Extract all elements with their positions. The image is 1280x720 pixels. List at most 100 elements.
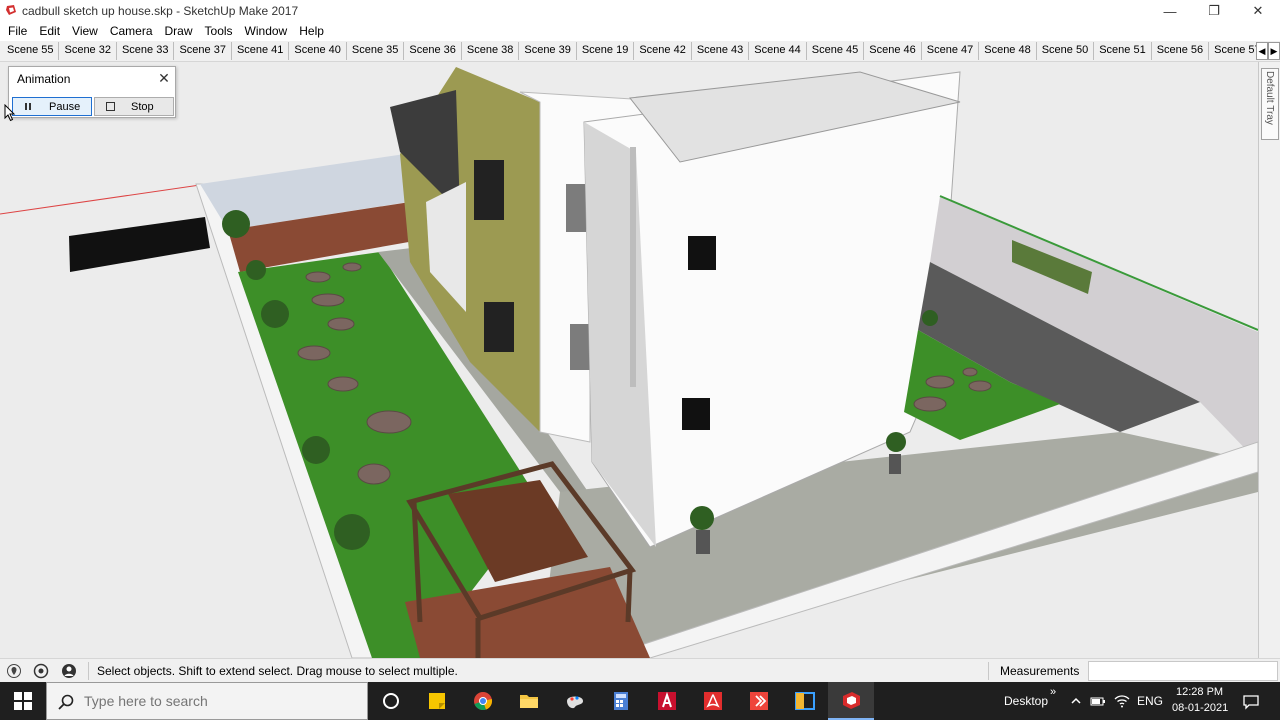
- taskbar-paint-3d[interactable]: [552, 682, 598, 720]
- stop-button[interactable]: Stop: [94, 97, 174, 116]
- desktop-toolbar-label[interactable]: Desktop: [1004, 694, 1048, 708]
- menu-view[interactable]: View: [66, 22, 104, 41]
- scene-tab-bar: Scene 55 Scene 32 Scene 33 Scene 37 Scene 41…: [0, 41, 1280, 62]
- menu-bar: File Edit View Camera Draw Tools Window …: [0, 22, 1280, 41]
- default-tray-label: Default Tray: [1264, 71, 1275, 125]
- menu-file[interactable]: File: [2, 22, 33, 41]
- mouse-pointer-icon: [4, 104, 16, 122]
- task-view-icon: [383, 693, 399, 709]
- measurements-label: Measurements: [1000, 664, 1080, 678]
- taskbar-chrome[interactable]: [460, 682, 506, 720]
- house-3d-model: [0, 62, 1258, 658]
- geo-location-icon[interactable]: [6, 663, 22, 679]
- clock-time[interactable]: 12:28 PM: [1176, 686, 1223, 698]
- start-button[interactable]: [0, 682, 46, 720]
- default-tray-tab[interactable]: Default Tray: [1261, 68, 1279, 140]
- scene-tab[interactable]: Scene 47: [921, 42, 980, 60]
- show-hidden-icons-icon[interactable]: [1068, 693, 1084, 709]
- taskbar-sticky-notes[interactable]: [414, 682, 460, 720]
- menu-camera[interactable]: Camera: [104, 22, 159, 41]
- pause-icon: [23, 102, 33, 112]
- pause-button[interactable]: Pause: [12, 97, 92, 116]
- windows-logo-icon: [14, 692, 32, 710]
- paint-3d-icon: [567, 696, 583, 709]
- menu-window[interactable]: Window: [239, 22, 294, 41]
- scene-scroll-left-icon[interactable]: ◀: [1256, 42, 1268, 60]
- menu-help[interactable]: Help: [293, 22, 330, 41]
- taskbar-calculator[interactable]: [598, 682, 644, 720]
- taskbar-sketchup[interactable]: [828, 682, 874, 720]
- notifications-icon[interactable]: [1242, 693, 1260, 711]
- window-title: cadbull sketch up house.skp - SketchUp M…: [22, 4, 299, 18]
- scene-tab[interactable]: Scene 41: [231, 42, 290, 60]
- sketchup-icon: [843, 692, 860, 709]
- taskbar-autocad[interactable]: [644, 682, 690, 720]
- folder-icon: [520, 695, 538, 708]
- user-account-icon[interactable]: [61, 663, 77, 679]
- taskbar-window-app[interactable]: [782, 682, 828, 720]
- stop-button-label: Stop: [131, 100, 154, 113]
- battery-icon[interactable]: [1090, 693, 1106, 709]
- scene-tab[interactable]: Scene 36: [404, 42, 462, 60]
- wifi-icon[interactable]: [1114, 693, 1130, 709]
- minimize-button[interactable]: —: [1148, 0, 1192, 22]
- animation-close-icon[interactable]: ✕: [155, 69, 173, 87]
- language-indicator[interactable]: ENG: [1137, 694, 1163, 708]
- scene-tab[interactable]: Scene 33: [116, 42, 175, 60]
- animation-dialog: Animation ✕ Pause Stop: [8, 66, 176, 118]
- scene-tab[interactable]: Scene 44: [749, 42, 807, 60]
- chevron-double-icon[interactable]: »: [1050, 686, 1056, 698]
- taskbar-anydesk[interactable]: [736, 682, 782, 720]
- sketchup-logo-icon: [6, 5, 16, 15]
- model-viewport[interactable]: [0, 62, 1258, 658]
- credits-icon[interactable]: [33, 663, 49, 679]
- scene-tab[interactable]: Scene 35: [346, 42, 405, 60]
- scene-tab[interactable]: Scene 48: [979, 42, 1037, 60]
- scene-tab[interactable]: Scene 45: [806, 42, 865, 60]
- autocad-icon: [658, 691, 676, 710]
- search-icon: [58, 694, 74, 710]
- menu-draw[interactable]: Draw: [159, 22, 199, 41]
- scene-tab[interactable]: Scene 39: [519, 42, 577, 60]
- scene-tab[interactable]: Scene 40: [289, 42, 347, 60]
- search-input[interactable]: [84, 693, 354, 709]
- calculator-icon: [614, 692, 628, 710]
- measurements-input[interactable]: [1088, 661, 1278, 681]
- scene-tab[interactable]: Scene 43: [691, 42, 750, 60]
- menu-edit[interactable]: Edit: [33, 22, 66, 41]
- taskbar-file-explorer[interactable]: [506, 682, 552, 720]
- window-app-icon: [795, 692, 815, 710]
- acrobat-icon: [704, 692, 722, 710]
- scene-tab[interactable]: Scene 38: [461, 42, 520, 60]
- scene-tab[interactable]: Scene 42: [634, 42, 692, 60]
- menu-tools[interactable]: Tools: [199, 22, 239, 41]
- anydesk-icon: [750, 692, 768, 710]
- animation-dialog-title: Animation: [17, 72, 71, 86]
- windows-taskbar: Desktop » ENG 12:28 PM 08-01-2021: [0, 682, 1280, 720]
- sticky-notes-icon: [429, 693, 445, 709]
- pause-button-label: Pause: [49, 100, 81, 113]
- scene-tab[interactable]: Scene 56: [1151, 42, 1210, 60]
- scene-tab[interactable]: Scene 19: [576, 42, 635, 60]
- scene-tab[interactable]: Scene 51: [1094, 42, 1152, 60]
- scene-tab[interactable]: Scene 37: [174, 42, 232, 60]
- taskbar-search-box[interactable]: [46, 682, 368, 720]
- scene-scroll-right-icon[interactable]: ▶: [1268, 42, 1280, 60]
- scene-scroll: ◀ ▶: [1256, 42, 1280, 60]
- scene-tab[interactable]: Scene 32: [59, 42, 117, 60]
- stop-icon: [105, 102, 115, 112]
- status-divider: [988, 662, 989, 680]
- restore-button[interactable]: ❐: [1192, 0, 1236, 22]
- close-button[interactable]: ✕: [1236, 0, 1280, 22]
- scene-tab[interactable]: Scene 50: [1036, 42, 1095, 60]
- task-view-button[interactable]: [368, 682, 414, 720]
- status-divider: [88, 662, 89, 680]
- scene-tabs: Scene 55 Scene 32 Scene 33 Scene 37 Scene 41…: [2, 42, 1280, 60]
- taskbar-acrobat[interactable]: [690, 682, 736, 720]
- status-message: Select objects. Shift to extend select. …: [97, 664, 458, 678]
- scene-tab[interactable]: Scene 46: [864, 42, 922, 60]
- clock-date[interactable]: 08-01-2021: [1172, 702, 1228, 714]
- default-tray: Default Tray: [1258, 62, 1280, 658]
- scene-tab[interactable]: Scene 55: [2, 42, 60, 60]
- title-bar: cadbull sketch up house.skp - SketchUp M…: [0, 0, 1280, 22]
